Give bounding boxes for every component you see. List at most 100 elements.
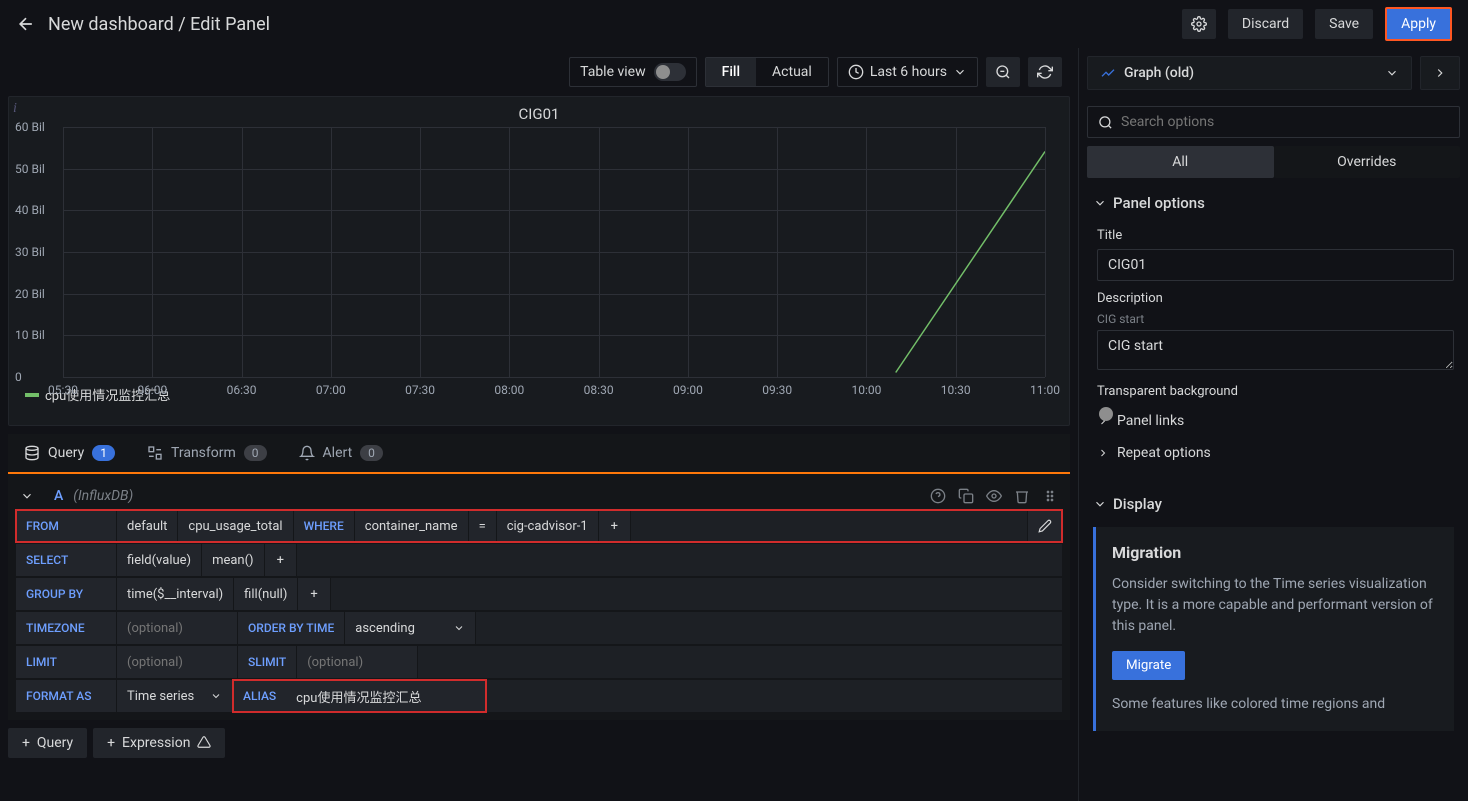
transparent-label: Transparent background xyxy=(1097,384,1454,399)
groupby-add[interactable]: + xyxy=(298,578,329,610)
limit-input[interactable] xyxy=(117,646,237,678)
save-button[interactable]: Save xyxy=(1315,9,1373,39)
select-agg[interactable]: mean() xyxy=(202,544,264,576)
format-label: FORMAT AS xyxy=(16,680,116,712)
gear-icon xyxy=(1191,16,1207,32)
warning-icon xyxy=(197,735,211,749)
chart-body[interactable]: 010 Bil20 Bil30 Bil40 Bil50 Bil60 Bil05:… xyxy=(63,127,1045,377)
limit-label: LIMIT xyxy=(16,646,116,678)
search-input[interactable] xyxy=(1121,114,1449,130)
viz-picker-label: Graph (old) xyxy=(1124,65,1377,81)
settings-button[interactable] xyxy=(1182,9,1216,39)
query-letter: A xyxy=(54,488,63,504)
where-value[interactable]: cig-cadvisor-1 xyxy=(497,510,598,542)
collapse-sidebar[interactable] xyxy=(1420,56,1460,90)
table-view-toggle[interactable]: Table view xyxy=(569,57,697,87)
chart-title: CIG01 xyxy=(13,101,1065,127)
migration-notice: Migration Consider switching to the Time… xyxy=(1093,527,1454,731)
back-arrow[interactable] xyxy=(16,14,36,34)
title-input[interactable] xyxy=(1097,249,1454,281)
chevron-right-icon xyxy=(1097,447,1109,459)
tab-transform[interactable]: Transform 0 xyxy=(131,434,283,472)
info-icon[interactable]: i xyxy=(13,101,17,117)
query-editor: A (InfluxDB) FROM default cpu_usage_tota… xyxy=(8,474,1070,720)
x-tick: 07:30 xyxy=(405,383,435,397)
transform-icon xyxy=(147,445,163,461)
y-tick: 50 Bil xyxy=(15,162,45,176)
time-range-picker[interactable]: Last 6 hours xyxy=(837,57,978,87)
graph-icon xyxy=(1100,65,1116,81)
format-value: Time series xyxy=(127,689,194,704)
alias-group: ALIAS xyxy=(233,680,486,712)
select-field[interactable]: field(value) xyxy=(117,544,201,576)
fill-pill[interactable]: Fill xyxy=(706,58,756,86)
panel-links-row[interactable]: Panel links xyxy=(1097,405,1454,437)
slimit-input[interactable] xyxy=(297,646,417,678)
migrate-button[interactable]: Migrate xyxy=(1112,651,1185,680)
from-measurement[interactable]: cpu_usage_total xyxy=(178,510,292,542)
orderby-value: ascending xyxy=(355,621,415,636)
x-tick: 10:00 xyxy=(852,383,882,397)
groupby-fill[interactable]: fill(null) xyxy=(234,578,297,610)
desc-sublabel: CIG start xyxy=(1097,312,1454,326)
refresh-button[interactable] xyxy=(1028,57,1062,87)
chevron-down-icon xyxy=(1385,66,1399,80)
tab-overrides[interactable]: Overrides xyxy=(1274,146,1461,178)
drag-icon[interactable] xyxy=(1042,488,1058,504)
zoom-out-button[interactable] xyxy=(986,57,1020,87)
panel-options-header[interactable]: Panel options xyxy=(1093,188,1454,218)
y-tick: 40 Bil xyxy=(15,203,45,217)
desc-input[interactable] xyxy=(1097,330,1454,370)
tab-all[interactable]: All xyxy=(1087,146,1274,178)
chevron-down-icon xyxy=(1093,196,1107,210)
breadcrumb: New dashboard / Edit Panel xyxy=(48,14,1170,35)
add-expression-button[interactable]: + Expression xyxy=(93,728,225,758)
discard-button[interactable]: Discard xyxy=(1228,9,1303,39)
toggle-raw-query[interactable] xyxy=(1028,510,1062,542)
tab-alert[interactable]: Alert 0 xyxy=(283,434,399,472)
timezone-input[interactable] xyxy=(117,612,237,644)
chart-panel: i CIG01 010 Bil20 Bil30 Bil40 Bil50 Bil6… xyxy=(8,96,1070,426)
y-tick: 60 Bil xyxy=(15,120,45,134)
from-retention[interactable]: default xyxy=(117,510,177,542)
y-tick: 10 Bil xyxy=(15,328,45,342)
actual-pill[interactable]: Actual xyxy=(756,58,828,86)
orderby-select[interactable]: ascending xyxy=(345,612,475,644)
x-tick: 09:30 xyxy=(762,383,792,397)
tab-transform-label: Transform xyxy=(171,445,236,461)
bell-icon xyxy=(299,445,315,461)
eye-icon[interactable] xyxy=(986,488,1002,504)
help-icon[interactable] xyxy=(930,488,946,504)
from-label: FROM xyxy=(16,510,116,542)
copy-icon[interactable] xyxy=(958,488,974,504)
chart-line xyxy=(63,127,1045,373)
tab-query[interactable]: Query 1 xyxy=(8,434,131,472)
trash-icon[interactable] xyxy=(1014,488,1030,504)
where-op[interactable]: = xyxy=(469,510,496,542)
format-select[interactable]: Time series xyxy=(117,680,232,712)
display-header[interactable]: Display xyxy=(1093,489,1454,519)
add-query-button[interactable]: + Query xyxy=(8,728,87,758)
x-tick: 08:00 xyxy=(494,383,524,397)
groupby-time[interactable]: time($__interval) xyxy=(117,578,233,610)
migration-body: Consider switching to the Time series vi… xyxy=(1112,574,1438,637)
where-field[interactable]: container_name xyxy=(355,510,468,542)
time-range-label: Last 6 hours xyxy=(870,64,947,80)
legend-swatch xyxy=(25,393,39,397)
repeat-options-row[interactable]: Repeat options xyxy=(1097,437,1454,469)
search-options[interactable] xyxy=(1087,106,1460,138)
where-label: WHERE xyxy=(294,510,354,542)
viz-picker[interactable]: Graph (old) xyxy=(1087,56,1412,90)
chevron-down-icon xyxy=(210,690,222,702)
clock-icon xyxy=(848,64,864,80)
alias-input[interactable] xyxy=(286,680,486,712)
where-add[interactable]: + xyxy=(599,510,630,542)
apply-button[interactable]: Apply xyxy=(1385,7,1452,41)
search-icon xyxy=(1098,115,1113,130)
query-header[interactable]: A (InfluxDB) xyxy=(16,482,1062,510)
x-tick: 09:00 xyxy=(673,383,703,397)
select-add[interactable]: + xyxy=(265,544,296,576)
pencil-icon xyxy=(1038,519,1052,533)
chart-legend[interactable]: cpu使用情况监控汇总 xyxy=(13,377,1065,412)
tab-query-label: Query xyxy=(48,445,84,461)
